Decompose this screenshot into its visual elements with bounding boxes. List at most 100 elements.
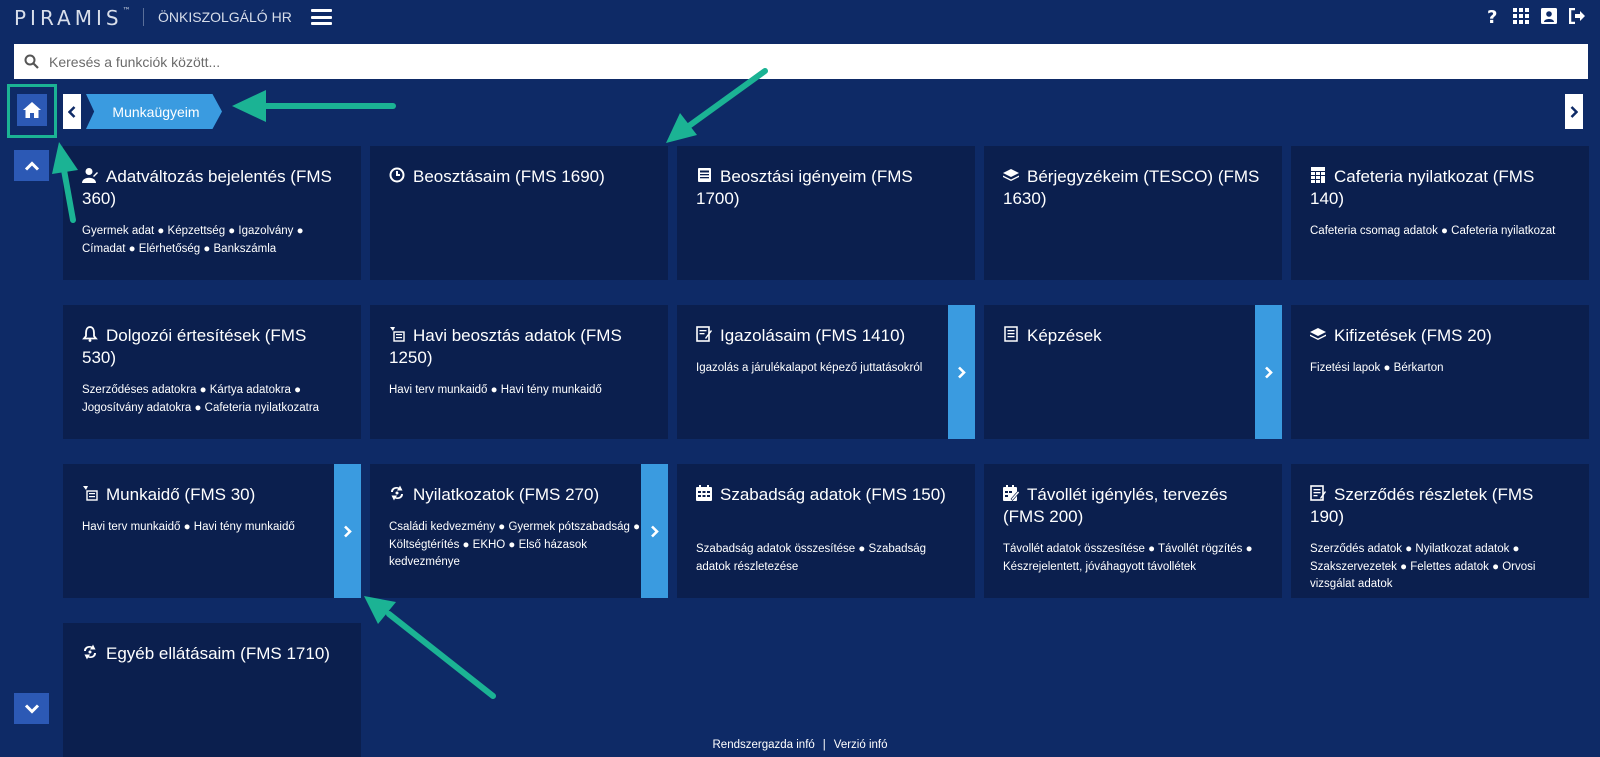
tile-title: Képzések bbox=[1003, 325, 1264, 347]
tile-expand-button[interactable] bbox=[641, 464, 668, 598]
contract-icon bbox=[1310, 485, 1326, 501]
help-icon[interactable]: ? bbox=[1484, 6, 1502, 26]
tile-title-text: Bérjegyzékeim (TESCO) (FMS 1630) bbox=[1003, 167, 1260, 208]
piramis-logo[interactable]: PIRAMIS™ bbox=[14, 6, 131, 30]
tile-subtitle: Szerződéses adatokra ● Kártya adatokra ●… bbox=[82, 384, 320, 414]
breadcrumb-next-button[interactable] bbox=[1565, 94, 1583, 129]
search-icon bbox=[24, 54, 39, 69]
tile-card[interactable]: Beosztásaim (FMS 1690) bbox=[370, 146, 668, 280]
search-input[interactable] bbox=[49, 44, 1588, 79]
tile-expand-button[interactable] bbox=[334, 464, 361, 598]
tile-title-text: Cafeteria nyilatkozat (FMS 140) bbox=[1310, 167, 1535, 208]
app-title: ÖNKISZOLGÁLÓ HR bbox=[158, 9, 292, 25]
footer-separator: | bbox=[822, 739, 826, 751]
tile-card[interactable]: Cafeteria nyilatkozat (FMS 140) Cafeteria… bbox=[1291, 146, 1589, 280]
tile-card[interactable]: Havi beosztás adatok (FMS 1250) Havi terv… bbox=[370, 305, 668, 439]
tile-card[interactable]: Távollét igénylés, tervezés (FMS 200) Táv… bbox=[984, 464, 1282, 598]
tile-subtitle: Havi terv munkaidő ● Havi tény munkaidő bbox=[389, 384, 602, 396]
tile-subtitle: Szabadság adatok összesítése ● Szabadság… bbox=[696, 543, 927, 573]
tile-card[interactable]: Bérjegyzékeim (TESCO) (FMS 1630) bbox=[984, 146, 1282, 280]
footer: Rendszergazda infó | Verzió infó bbox=[0, 739, 1600, 751]
tile-title-text: Szerződés részletek (FMS 190) bbox=[1310, 485, 1534, 526]
tile-card[interactable]: Adatváltozás bejelentés (FMS 360) Gyermek… bbox=[63, 146, 361, 280]
tile-title: Cafeteria nyilatkozat (FMS 140) bbox=[1310, 166, 1571, 210]
tile-card[interactable]: Szabadság adatok (FMS 150) Szabadság adat… bbox=[677, 464, 975, 598]
apps-grid-icon[interactable] bbox=[1512, 6, 1530, 26]
version-info-link[interactable]: Verzió infó bbox=[834, 739, 888, 751]
tile-title-text: Munkaidő (FMS 30) bbox=[106, 485, 256, 504]
tile-title: Igazolásaim (FMS 1410) bbox=[696, 325, 957, 347]
tile-card[interactable]: Dolgozói értesítések (FMS 530) Szerződése… bbox=[63, 305, 361, 439]
scroll-up-button[interactable] bbox=[14, 150, 49, 181]
tile-subtitle: Havi terv munkaidő ● Havi tény munkaidő bbox=[82, 521, 295, 533]
tile-expand-button[interactable] bbox=[948, 305, 975, 439]
tile-header: Szabadság adatok (FMS 150) bbox=[696, 484, 957, 506]
home-button[interactable] bbox=[17, 94, 47, 126]
tile-card[interactable]: Igazolásaim (FMS 1410) Igazolás a járulék… bbox=[677, 305, 975, 439]
tile-title: Bérjegyzékeim (TESCO) (FMS 1630) bbox=[1003, 166, 1264, 210]
tile-header: Nyilatkozatok (FMS 270) bbox=[389, 484, 650, 506]
list-document-icon bbox=[1003, 326, 1019, 342]
logo-trademark: ™ bbox=[122, 6, 131, 15]
logo-text: PIRAMIS bbox=[14, 6, 123, 30]
tile-header: Adatváltozás bejelentés (FMS 360) bbox=[82, 166, 343, 210]
tile-title-text: Beosztási igényeim (FMS 1700) bbox=[696, 167, 913, 208]
tile-header: Bérjegyzékeim (TESCO) (FMS 1630) bbox=[1003, 166, 1264, 210]
tile-title: Szabadság adatok (FMS 150) bbox=[696, 484, 957, 506]
tile-header: Egyéb ellátásaim (FMS 1710) bbox=[82, 643, 343, 665]
tile-header: Képzések bbox=[1003, 325, 1264, 347]
tile-expand-button[interactable] bbox=[1255, 305, 1282, 439]
chevron-right-icon bbox=[958, 366, 966, 378]
tile-title: Adatváltozás bejelentés (FMS 360) bbox=[82, 166, 343, 210]
tile-subtitle: Szerződés adatok ● Nyilatkozat adatok ● … bbox=[1310, 543, 1536, 590]
tile-card[interactable]: Képzések bbox=[984, 305, 1282, 439]
tile-title: Egyéb ellátásaim (FMS 1710) bbox=[82, 643, 343, 665]
tile-title-text: Igazolásaim (FMS 1410) bbox=[720, 326, 906, 345]
calculator-icon bbox=[1310, 167, 1326, 183]
tile-card[interactable]: Nyilatkozatok (FMS 270) Családi kedvezmén… bbox=[370, 464, 668, 598]
tile-title: Kifizetések (FMS 20) bbox=[1310, 325, 1571, 347]
breadcrumb-prev-button[interactable] bbox=[63, 94, 81, 129]
hamburger-menu-icon[interactable] bbox=[311, 9, 332, 25]
tile-subtitle: Családi kedvezmény ● Gyermek pótszabadsá… bbox=[389, 521, 641, 568]
tile-card[interactable]: Kifizetések (FMS 20) Fizetési lapok ● Bér… bbox=[1291, 305, 1589, 439]
tile-header: Távollét igénylés, tervezés (FMS 200) bbox=[1003, 484, 1264, 528]
tile-header: Igazolásaim (FMS 1410) bbox=[696, 325, 957, 347]
home-highlight bbox=[7, 84, 57, 138]
tile-title-text: Egyéb ellátásaim (FMS 1710) bbox=[106, 644, 330, 663]
tile-title: Szerződés részletek (FMS 190) bbox=[1310, 484, 1571, 528]
tile-subtitle: Cafeteria csomag adatok ● Cafeteria nyil… bbox=[1310, 225, 1556, 237]
tile-card[interactable]: Szerződés részletek (FMS 190) Szerződés a… bbox=[1291, 464, 1589, 598]
tile-card[interactable]: Egyéb ellátásaim (FMS 1710) bbox=[63, 623, 361, 757]
bell-icon bbox=[82, 326, 98, 342]
tile-title-text: Nyilatkozatok (FMS 270) bbox=[413, 485, 600, 504]
svg-text:?: ? bbox=[1487, 7, 1497, 25]
profile-icon[interactable] bbox=[1540, 6, 1558, 26]
newspaper-icon bbox=[696, 167, 712, 183]
tile-title: Nyilatkozatok (FMS 270) bbox=[389, 484, 650, 506]
logout-icon[interactable] bbox=[1568, 6, 1586, 26]
chevron-right-icon bbox=[344, 525, 352, 537]
tile-header: Szerződés részletek (FMS 190) bbox=[1310, 484, 1571, 528]
tile-subtitle: Fizetési lapok ● Bérkarton bbox=[1310, 362, 1444, 374]
money-stack-icon bbox=[1310, 326, 1326, 342]
tile-header: Dolgozói értesítések (FMS 530) bbox=[82, 325, 343, 369]
top-right-icons: ? bbox=[1484, 6, 1586, 26]
admin-info-link[interactable]: Rendszergazda infó bbox=[713, 739, 815, 751]
chevron-left-icon bbox=[68, 105, 76, 118]
tile-title: Beosztásaim (FMS 1690) bbox=[389, 166, 650, 188]
scroll-down-button[interactable] bbox=[14, 693, 49, 724]
breadcrumb-item-munkaugyeim[interactable]: Munkaügyeim bbox=[86, 94, 222, 129]
tile-card[interactable]: Munkaidő (FMS 30) Havi terv munkaidő ● Ha… bbox=[63, 464, 361, 598]
tile-header: Beosztási igényeim (FMS 1700) bbox=[696, 166, 957, 210]
timesheet-icon bbox=[389, 326, 405, 342]
tile-title: Távollét igénylés, tervezés (FMS 200) bbox=[1003, 484, 1264, 528]
chevron-up-icon bbox=[24, 160, 39, 171]
tile-title: Havi beosztás adatok (FMS 1250) bbox=[389, 325, 650, 369]
tile-title-text: Távollét igénylés, tervezés (FMS 200) bbox=[1003, 485, 1228, 526]
tile-title-text: Dolgozói értesítések (FMS 530) bbox=[82, 326, 307, 367]
chevron-down-icon bbox=[24, 703, 39, 714]
tile-title-text: Adatváltozás bejelentés (FMS 360) bbox=[82, 167, 332, 208]
tile-card[interactable]: Beosztási igényeim (FMS 1700) bbox=[677, 146, 975, 280]
tile-header: Havi beosztás adatok (FMS 1250) bbox=[389, 325, 650, 369]
